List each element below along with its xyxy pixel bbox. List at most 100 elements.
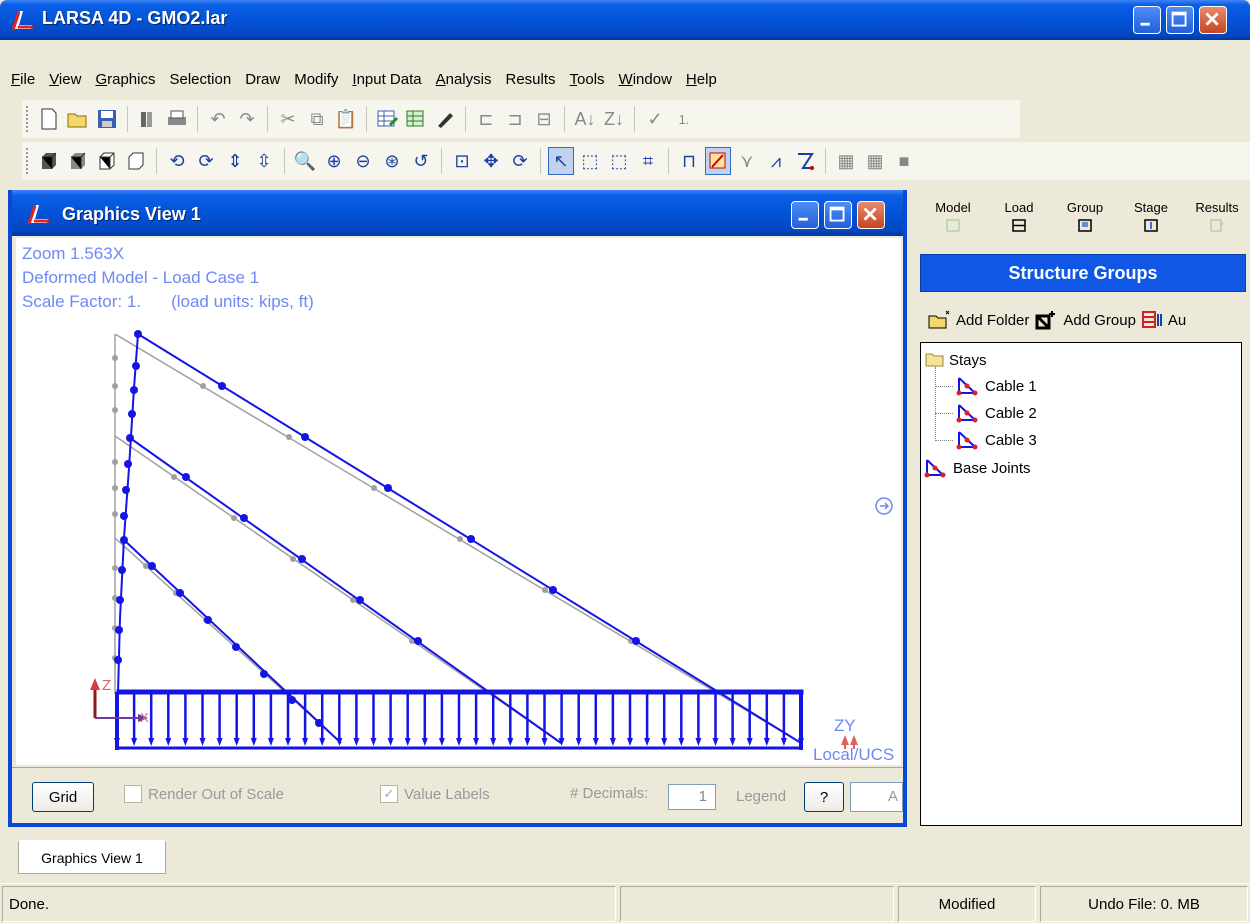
orbit-icon[interactable]: ⟳	[507, 147, 533, 175]
cascade-icon[interactable]: ▦	[862, 147, 888, 175]
select-pointer-icon[interactable]: ↖	[548, 147, 574, 175]
legend-input[interactable]: A	[850, 782, 903, 812]
sort-ascending-icon[interactable]: A↓	[572, 105, 598, 133]
child-maximize-button[interactable]	[824, 201, 852, 229]
checkbox-box-checked[interactable]: ✓	[380, 785, 398, 803]
load-icon	[1012, 219, 1026, 232]
edit-table-icon[interactable]	[374, 105, 400, 133]
graphics-view-title-bar[interactable]: Graphics View 1	[12, 190, 903, 236]
open-folder-icon[interactable]	[65, 105, 91, 133]
select-box-icon[interactable]: ⬚	[577, 147, 603, 175]
tab-model[interactable]: Model	[920, 188, 986, 244]
deselect-box-icon[interactable]: ⬚	[606, 147, 632, 175]
sort-descending-icon[interactable]: Z↓	[601, 105, 627, 133]
decimals-input[interactable]: 1	[668, 784, 716, 810]
tab-group[interactable]: Group	[1052, 188, 1118, 244]
menu-window[interactable]: Window	[612, 70, 679, 90]
undo-icon[interactable]: ↶	[205, 105, 231, 133]
rotate-up-icon[interactable]: ⇕	[222, 147, 248, 175]
select-all-icon[interactable]: ⌗	[635, 147, 661, 175]
shaded-view-icon[interactable]	[65, 147, 91, 175]
zoom-icon[interactable]: 🔍	[292, 147, 318, 175]
menu-draw[interactable]: Draw	[238, 70, 287, 90]
print-icon[interactable]	[164, 105, 190, 133]
tree-item-cable-1[interactable]: Cable 1	[955, 375, 1037, 397]
rotate-left-icon[interactable]: ⟲	[164, 147, 190, 175]
frame-icon[interactable]: ⊓	[676, 147, 702, 175]
diagram-icon[interactable]	[792, 147, 818, 175]
grid-button[interactable]: Grid	[32, 782, 94, 812]
tree-item-cable-2[interactable]: Cable 2	[955, 402, 1037, 424]
add-group-button[interactable]: Add Group	[1035, 310, 1136, 330]
load-arrow-head	[746, 738, 753, 746]
add-folder-button[interactable]: Add Folder	[928, 310, 1029, 330]
copy-icon[interactable]: ⧉	[304, 105, 330, 133]
edit-pen-icon[interactable]	[432, 105, 458, 133]
checkbox-box[interactable]	[124, 785, 142, 803]
scroll-right-icon[interactable]	[875, 497, 893, 515]
load-arrow-head	[524, 738, 531, 746]
zoom-previous-icon[interactable]: ↺	[408, 147, 434, 175]
tree-item-base-joints[interactable]: Base Joints	[923, 457, 1031, 479]
tree-connector	[935, 440, 953, 441]
menu-help[interactable]: Help	[679, 70, 724, 90]
auto-group-button[interactable]: Au	[1141, 310, 1186, 330]
mdi-tab-graphics-view-1[interactable]: Graphics View 1	[18, 840, 166, 874]
pan-icon[interactable]: ✥	[478, 147, 504, 175]
paste-icon[interactable]: 📋	[333, 105, 359, 133]
tile-icon[interactable]: ▦	[833, 147, 859, 175]
outline-view-icon[interactable]	[123, 147, 149, 175]
graphics-view-title: Graphics View 1	[62, 204, 201, 224]
rotate-down-icon[interactable]: ⇳	[251, 147, 277, 175]
cable-icon[interactable]: ⋎	[734, 147, 760, 175]
spreadsheet-icon[interactable]	[403, 105, 429, 133]
menu-results[interactable]: Results	[498, 70, 562, 90]
legend-help-button[interactable]: ?	[804, 782, 844, 812]
child-close-button[interactable]	[857, 201, 885, 229]
toolbar-grip[interactable]	[26, 148, 30, 174]
menu-file[interactable]: File	[4, 70, 42, 90]
cut-icon[interactable]: ✂	[275, 105, 301, 133]
rotate-right-icon[interactable]: ⟳	[193, 147, 219, 175]
close-button[interactable]	[1199, 6, 1227, 34]
minimize-button[interactable]	[1133, 6, 1161, 34]
toolbar-separator	[156, 148, 157, 174]
window-icon[interactable]: ■	[891, 147, 917, 175]
graphics-canvas[interactable]: Zoom 1.563X Deformed Model - Load Case 1…	[16, 238, 901, 765]
zoom-out-icon[interactable]: ⊖	[350, 147, 376, 175]
value-labels-checkbox[interactable]: ✓ Value Labels	[380, 785, 490, 803]
zoom-in-icon[interactable]: ⊕	[321, 147, 347, 175]
menu-modify[interactable]: Modify	[287, 70, 345, 90]
menu-tools[interactable]: Tools	[563, 70, 612, 90]
ungroup-icon[interactable]: ⊐	[502, 105, 528, 133]
wire-view-icon[interactable]	[94, 147, 120, 175]
toolbar-grip[interactable]	[26, 106, 30, 132]
title-bar[interactable]: LARSA 4D - GMO2.lar	[0, 0, 1250, 40]
menu-input-data[interactable]: Input Data	[345, 70, 428, 90]
new-file-icon[interactable]	[36, 105, 62, 133]
redo-icon[interactable]: ↷	[234, 105, 260, 133]
child-minimize-button[interactable]	[791, 201, 819, 229]
save-icon[interactable]	[94, 105, 120, 133]
menu-view[interactable]: View	[42, 70, 88, 90]
tab-load[interactable]: Load	[986, 188, 1052, 244]
zoom-window-icon[interactable]: ⊡	[449, 147, 475, 175]
results-icon	[1210, 219, 1224, 232]
tree-item-cable-3[interactable]: Cable 3	[955, 429, 1037, 451]
library-icon[interactable]	[135, 105, 161, 133]
menu-graphics[interactable]: Graphics	[88, 70, 162, 90]
deformed-shape-icon[interactable]	[705, 147, 731, 175]
mode-shape-icon[interactable]: ⩘	[763, 147, 789, 175]
menu-selection[interactable]: Selection	[162, 70, 238, 90]
menu-analysis[interactable]: Analysis	[429, 70, 499, 90]
render-out-of-scale-checkbox[interactable]: Render Out of Scale	[124, 785, 284, 803]
check-icon[interactable]: ✓	[642, 105, 668, 133]
zoom-extents-icon[interactable]: ⊛	[379, 147, 405, 175]
tab-results[interactable]: Results	[1184, 188, 1250, 244]
tab-stage[interactable]: Stage	[1118, 188, 1184, 244]
group-icon[interactable]: ⊏	[473, 105, 499, 133]
solid-view-icon[interactable]	[36, 147, 62, 175]
groups-tree[interactable]: Stays Cable 1 Cable 2 Cable 3 Base Joint…	[920, 342, 1242, 826]
merge-icon[interactable]: ⊟	[531, 105, 557, 133]
maximize-button[interactable]	[1166, 6, 1194, 34]
